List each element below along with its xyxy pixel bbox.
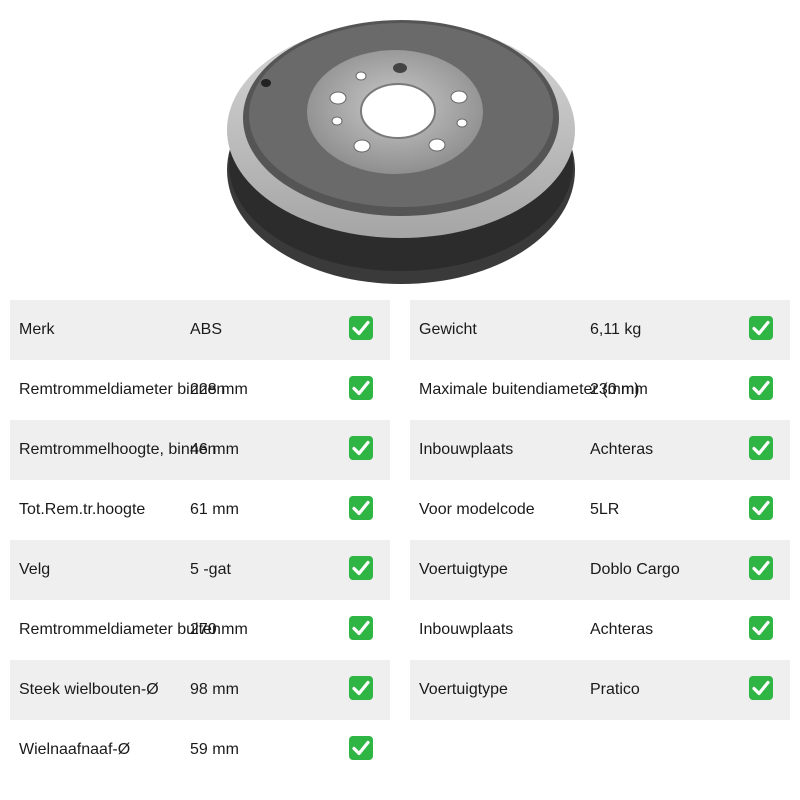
spec-value: Achteras xyxy=(590,441,654,458)
checkmark-icon xyxy=(749,376,773,400)
checkmark-icon xyxy=(749,436,773,460)
spec-value: Pratico xyxy=(590,681,640,698)
spec-value: ABS xyxy=(190,321,223,338)
spec-label: Tot.Rem.tr.hoogte xyxy=(19,501,146,518)
checkmark-icon xyxy=(349,496,373,520)
product-image-area xyxy=(0,0,800,296)
spec-row: Voor modelcode 5LR xyxy=(410,480,790,540)
spec-label: Voertuigtype xyxy=(419,681,508,698)
spec-value: 46 mm xyxy=(190,441,239,458)
spec-value: 98 mm xyxy=(190,681,239,698)
spec-row: Steek wielbouten-Ø 98 mm xyxy=(10,660,390,720)
spec-row: Remtrommelhoogte, binnen 46 mm xyxy=(10,420,390,480)
spec-value: 5 -gat xyxy=(190,561,231,578)
spec-value: 5LR xyxy=(590,501,620,518)
spec-label: Voor modelcode xyxy=(419,501,535,518)
spec-row: Merk ABS xyxy=(10,300,390,360)
checkmark-icon xyxy=(349,556,373,580)
spec-value: Doblo Cargo xyxy=(590,561,680,578)
spec-row: Inbouwplaats Achteras xyxy=(410,600,790,660)
spec-row: Remtrommeldiameter buiten 270 mm xyxy=(10,600,390,660)
checkmark-icon xyxy=(349,436,373,460)
spec-label: Voertuigtype xyxy=(419,561,508,578)
checkmark-icon xyxy=(349,316,373,340)
spec-value: 230 mm xyxy=(590,381,648,398)
spec-value: 59 mm xyxy=(190,741,239,758)
spec-label: Remtrommelhoogte, binnen xyxy=(19,441,217,458)
checkmark-icon xyxy=(349,616,373,640)
checkmark-icon xyxy=(749,556,773,580)
spec-row: Gewicht 6,11 kg xyxy=(410,300,790,360)
spec-table-left: Merk ABS Remtrommeldiameter binnen 228 m… xyxy=(10,300,390,780)
spec-row: Voertuigtype Doblo Cargo xyxy=(410,540,790,600)
spec-row: Velg 5 -gat xyxy=(10,540,390,600)
checkmark-icon xyxy=(749,616,773,640)
spec-row: Voertuigtype Pratico xyxy=(410,660,790,720)
spec-label: Steek wielbouten-Ø xyxy=(19,681,159,698)
spec-table-right: Gewicht 6,11 kg Maximale buitendiameter … xyxy=(410,300,790,720)
spec-row: Inbouwplaats Achteras xyxy=(410,420,790,480)
spec-value: 228 mm xyxy=(190,381,248,398)
checkmark-icon xyxy=(749,496,773,520)
spec-row: Maximale buitendiameter (mm) 230 mm xyxy=(410,360,790,420)
checkmark-icon xyxy=(349,736,373,760)
spec-row: Wielnaafnaaf-Ø 59 mm xyxy=(10,720,390,780)
checkmark-icon xyxy=(349,676,373,700)
spec-value: 6,11 kg xyxy=(590,321,642,338)
checkmark-icon xyxy=(749,676,773,700)
spec-label: Wielnaafnaaf-Ø xyxy=(19,741,131,758)
spec-label: Velg xyxy=(19,561,51,578)
spec-row: Remtrommeldiameter binnen 228 mm xyxy=(10,360,390,420)
spec-label: Inbouwplaats xyxy=(419,621,514,638)
spec-value: Achteras xyxy=(590,621,654,638)
spec-label: Inbouwplaats xyxy=(419,441,514,458)
brake-drum-image xyxy=(227,20,575,284)
spec-row: Tot.Rem.tr.hoogte 61 mm xyxy=(10,480,390,540)
spec-label: Merk xyxy=(19,321,55,338)
checkmark-icon xyxy=(749,316,773,340)
spec-value: 270 mm xyxy=(190,621,248,638)
spec-value: 61 mm xyxy=(190,501,239,518)
spec-label: Gewicht xyxy=(419,321,477,338)
checkmark-icon xyxy=(349,376,373,400)
